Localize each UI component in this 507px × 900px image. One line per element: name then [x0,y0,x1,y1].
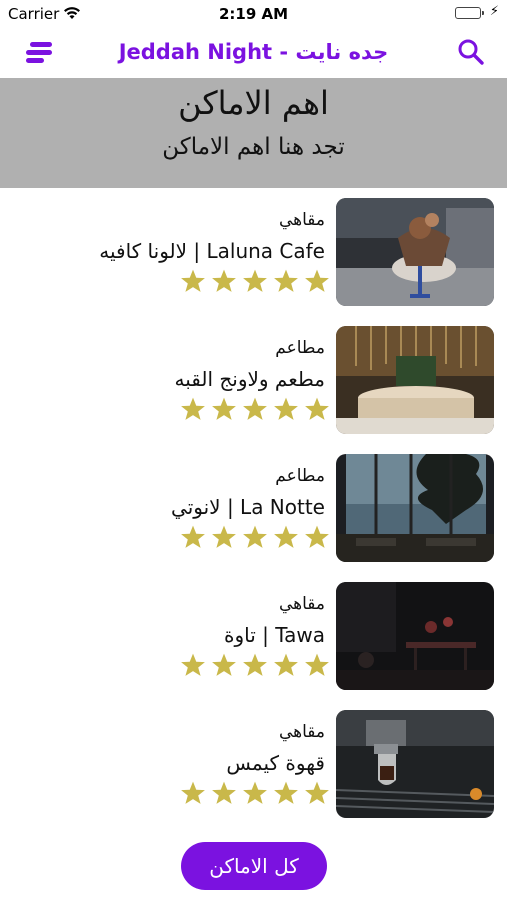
star-icon [243,269,267,292]
place-item[interactable]: مقاهي قهوة كيمس [0,700,507,828]
place-photo [336,454,494,562]
place-category: مقاهي [278,594,325,614]
star-icon [212,781,236,804]
place-item[interactable]: مقاهي لالونا كافيه | Laluna Cafe [0,188,507,316]
place-category: مقاهي [278,722,325,742]
charging-bolt-icon: ⚡ [489,4,499,19]
star-icon [212,653,236,676]
app-title: Jeddah Night - جده نايت [118,40,389,64]
star-rating [180,268,330,294]
star-icon [305,781,329,804]
star-icon [274,397,298,420]
place-name: تاوة | Tawa [223,623,325,647]
place-name: قهوة كيمس [226,751,325,775]
status-bar: Carrier 2:19 AM ⚡ [0,0,507,28]
star-rating [180,396,330,422]
star-icon [181,781,205,804]
place-item[interactable]: مقاهي تاوة | Tawa [0,572,507,700]
place-category: مطاعم [275,338,325,358]
star-icon [305,525,329,548]
star-icon [243,525,267,548]
star-icon [243,781,267,804]
place-photo [336,198,494,306]
star-rating [180,524,330,550]
place-photo [336,326,494,434]
place-name: لانوتي | La Notte [171,495,325,519]
star-icon [212,525,236,548]
star-icon [212,269,236,292]
place-item[interactable]: مطاعم لانوتي | La Notte [0,444,507,572]
place-name: لالونا كافيه | Laluna Cafe [99,239,325,263]
star-icon [274,525,298,548]
star-icon [274,781,298,804]
star-icon [274,653,298,676]
banner-heading: اهم الاماكن [178,84,329,122]
search-icon[interactable] [457,38,485,66]
place-category: مطاعم [275,466,325,486]
place-category: مقاهي [278,210,325,230]
star-icon [212,397,236,420]
top-places-banner: اهم الاماكن تجد هنا اهم الاماكن [0,78,507,188]
place-photo [336,582,494,690]
star-icon [181,653,205,676]
place-name: مطعم ولاونج القبه [174,367,325,391]
star-rating [180,652,330,678]
clock: 2:19 AM [218,5,289,23]
star-icon [181,269,205,292]
star-icon [305,269,329,292]
star-icon [243,397,267,420]
star-icon [243,653,267,676]
star-icon [274,269,298,292]
place-item[interactable]: مطاعم مطعم ولاونج القبه [0,316,507,444]
banner-subheading: تجد هنا اهم الاماكن [162,134,345,160]
place-photo [336,710,494,818]
star-icon [305,653,329,676]
star-icon [181,397,205,420]
navigation-bar: Jeddah Night - جده نايت [0,28,507,78]
all-places-button[interactable]: كل الاماكن [181,842,327,890]
battery-icon [455,7,484,19]
star-rating [180,780,330,806]
star-icon [305,397,329,420]
star-icon [181,525,205,548]
